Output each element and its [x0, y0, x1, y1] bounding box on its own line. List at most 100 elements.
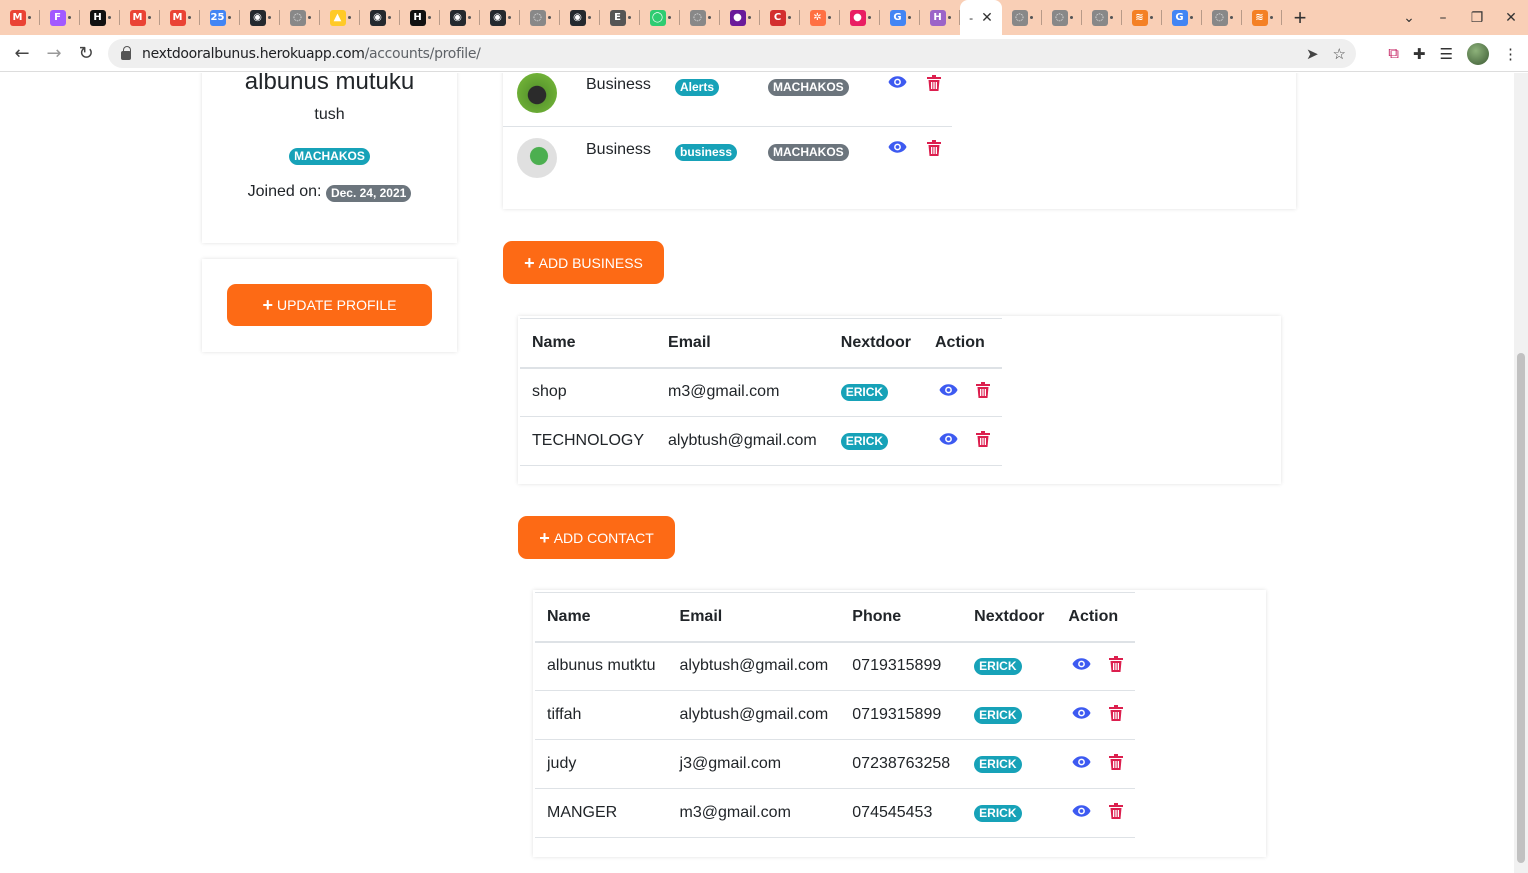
- name-text: TECHNOLOGY: [532, 432, 645, 449]
- close-tab-icon[interactable]: ✕: [981, 9, 993, 26]
- add-business-label: ADD BUSINESS: [538, 254, 643, 271]
- browser-tab[interactable]: M: [160, 0, 200, 35]
- business-table-card: Name Email Nextdoor Action shop m3@gmail.com…: [518, 316, 1281, 484]
- email-text: alybtush@gmail.com: [668, 432, 817, 449]
- scrollbar-thumb[interactable]: [1517, 353, 1525, 863]
- gmail-icon: M: [9, 9, 26, 26]
- view-eye-icon[interactable]: [1072, 804, 1091, 823]
- browser-tab[interactable]: ◉: [560, 0, 600, 35]
- browser-tab[interactable]: E: [600, 0, 640, 35]
- update-profile-button[interactable]: + UPDATE PROFILE: [227, 284, 432, 326]
- add-business-button[interactable]: + ADD BUSINESS: [503, 241, 664, 284]
- view-eye-icon[interactable]: [939, 383, 958, 402]
- view-eye-icon[interactable]: [1072, 755, 1091, 774]
- browser-tab[interactable]: ●: [840, 0, 880, 35]
- delete-trash-icon[interactable]: [1109, 704, 1124, 726]
- nextdoor-badge: ERICK: [974, 756, 1022, 773]
- table-row: MANGER m3@gmail.com 074545453 ERICK: [535, 788, 1136, 838]
- browser-tab[interactable]: ≋: [1122, 0, 1162, 35]
- browser-tab[interactable]: ▲: [320, 0, 360, 35]
- browser-tab[interactable]: H: [400, 0, 440, 35]
- tab-title-dot: [187, 16, 191, 19]
- media-queue-icon[interactable]: ☰: [1440, 45, 1453, 63]
- browser-tab[interactable]: ✲: [800, 0, 840, 35]
- url-text[interactable]: nextdooralbunus.herokuapp.com/accounts/p…: [142, 46, 481, 62]
- lock-icon[interactable]: [121, 46, 131, 60]
- browser-tab[interactable]: C: [760, 0, 800, 35]
- browser-tab[interactable]: ◌: [1002, 0, 1042, 35]
- browser-tab[interactable]: ●: [720, 0, 760, 35]
- hackernoon-icon: H: [409, 9, 426, 26]
- browser-tab[interactable]: ◉: [480, 0, 520, 35]
- business-table: Name Email Nextdoor Action shop m3@gmail.com…: [520, 318, 1002, 466]
- browser-tab[interactable]: ◯: [640, 0, 680, 35]
- phone-text: 07238763258: [852, 755, 951, 772]
- send-icon[interactable]: ➤: [1306, 45, 1319, 63]
- new-tab-button[interactable]: +: [1282, 5, 1318, 31]
- browser-tab[interactable]: ◌: [1042, 0, 1082, 35]
- add-contact-button[interactable]: + ADD CONTACT: [518, 516, 675, 559]
- page-content: albunus mutuku tush MACHAKOS Joined on: …: [0, 73, 1514, 873]
- tab-list: M F H M M 25 ◉ ◌ ▲ ◉ H ◉ ◉ ◌ ◉ E ◯ ◌ ● C ✲ ● G H: [0, 0, 960, 35]
- browser-tab[interactable]: ◌: [520, 0, 560, 35]
- delete-trash-icon[interactable]: [976, 430, 990, 452]
- back-icon[interactable]: ←: [6, 43, 38, 64]
- table-row: TECHNOLOGY alybtush@gmail.com ERICK: [520, 416, 1002, 466]
- forward-icon[interactable]: →: [38, 43, 70, 64]
- tab-search-icon[interactable]: ⌄: [1392, 10, 1426, 26]
- tab-title-dot: [667, 16, 671, 19]
- browser-tab[interactable]: H: [920, 0, 960, 35]
- pinwheel-icon: ✲: [809, 9, 826, 26]
- view-eye-icon[interactable]: [888, 75, 907, 94]
- tab-title-dot: [307, 16, 311, 19]
- browser-tab[interactable]: ◉: [240, 0, 280, 35]
- delete-trash-icon[interactable]: [927, 140, 941, 161]
- browser-tab[interactable]: H: [80, 0, 120, 35]
- email-text: alybtush@gmail.com: [679, 657, 829, 675]
- view-eye-icon[interactable]: [1072, 657, 1091, 676]
- github-icon: ◉: [249, 9, 266, 26]
- view-eye-icon[interactable]: [939, 432, 958, 451]
- browser-tab[interactable]: M: [120, 0, 160, 35]
- close-window-icon[interactable]: ✕: [1494, 10, 1528, 26]
- extensions-puzzle-icon[interactable]: ✚: [1413, 45, 1426, 63]
- restore-icon[interactable]: ❐: [1460, 10, 1494, 26]
- delete-trash-icon[interactable]: [1109, 753, 1124, 775]
- browser-tab[interactable]: ◉: [360, 0, 400, 35]
- nextdoor-badge: ERICK: [840, 433, 889, 450]
- browser-tab[interactable]: ≋: [1242, 0, 1282, 35]
- browser-tab[interactable]: F: [40, 0, 80, 35]
- browser-tab[interactable]: ◌: [1082, 0, 1122, 35]
- bookmark-star-icon[interactable]: ☆: [1333, 45, 1346, 63]
- view-eye-icon[interactable]: [888, 140, 907, 159]
- page-scrollbar[interactable]: [1514, 73, 1528, 873]
- browser-tab[interactable]: M: [0, 0, 40, 35]
- tab-title-dot: [907, 16, 911, 19]
- tab-title-dot: [1109, 16, 1113, 19]
- name-cell: shop: [520, 367, 657, 417]
- browser-tab[interactable]: 25: [200, 0, 240, 35]
- profile-avatar-icon[interactable]: [1467, 42, 1489, 65]
- browser-tab[interactable]: ◌: [1202, 0, 1242, 35]
- menu-kebab-icon[interactable]: ⋮: [1503, 45, 1518, 63]
- delete-trash-icon[interactable]: [976, 381, 990, 403]
- nextdoor-cell: ERICK: [828, 416, 923, 466]
- minimize-icon[interactable]: –: [1426, 10, 1460, 26]
- browser-tab[interactable]: ◌: [280, 0, 320, 35]
- delete-trash-icon[interactable]: [1109, 802, 1124, 824]
- browser-tab[interactable]: G: [1162, 0, 1202, 35]
- extension-badge-icon[interactable]: ⧉: [1388, 45, 1399, 62]
- phone-cell: 074545453: [840, 788, 963, 838]
- address-bar[interactable]: nextdooralbunus.herokuapp.com/accounts/p…: [108, 39, 1356, 68]
- delete-trash-icon[interactable]: [1109, 655, 1124, 677]
- delete-trash-icon[interactable]: [927, 75, 941, 96]
- browser-tab[interactable]: G: [880, 0, 920, 35]
- view-eye-icon[interactable]: [1072, 706, 1091, 725]
- browser-tab[interactable]: ◉: [440, 0, 480, 35]
- browser-tab[interactable]: ◌: [680, 0, 720, 35]
- tab-active[interactable]: - ✕: [960, 0, 1002, 35]
- location-cell: MACHAKOS: [768, 78, 849, 96]
- app-icon: ◯: [649, 9, 666, 26]
- phone-cell: 0719315899: [840, 690, 963, 740]
- reload-icon[interactable]: ↻: [70, 43, 102, 64]
